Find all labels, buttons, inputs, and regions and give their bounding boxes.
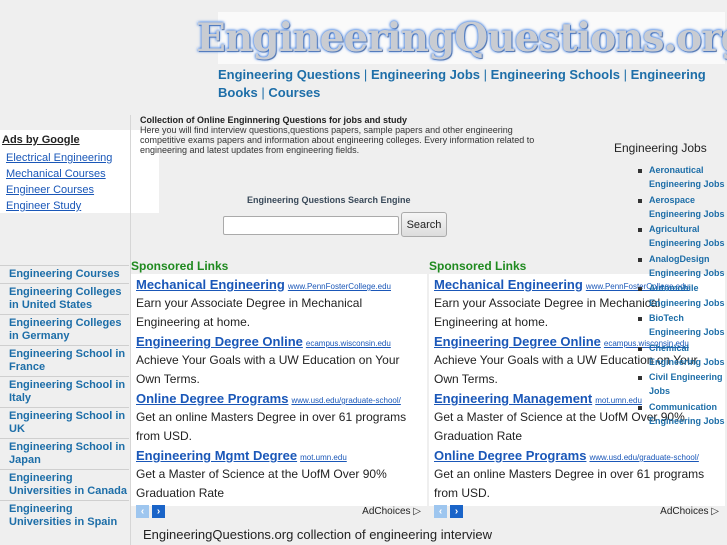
left-nav: Engineering Courses Engineering Colleges… [0, 265, 129, 531]
left-nav-item[interactable]: Engineering School in Japan [0, 438, 129, 469]
search-input[interactable] [223, 216, 399, 235]
chevron-right-icon[interactable]: › [450, 505, 463, 518]
ad-description: Earn your Associate Degree in Mechanical… [136, 296, 363, 329]
nav-separator: | [261, 85, 265, 100]
job-link[interactable]: Agricultural Engineering Jobs [649, 222, 727, 251]
nav-separator: | [623, 67, 627, 82]
left-nav-item[interactable]: Engineering School in Italy [0, 376, 129, 407]
nav-separator: | [483, 67, 488, 82]
intro-section: Collection of Online Enginnering Questio… [140, 115, 540, 155]
google-ad-link[interactable]: Mechanical Courses [6, 168, 106, 180]
nav-engineering-jobs[interactable]: Engineering Jobs [371, 67, 480, 82]
ad-url-link[interactable]: mot.umn.edu [300, 453, 347, 462]
ad-description: Get a Master of Science at the UofM Over… [136, 467, 387, 500]
jobs-list-item: Automobile Engineering Jobs [636, 281, 727, 310]
job-link[interactable]: Chemical Engineering Jobs [649, 341, 727, 370]
ad-item: Mechanical Engineering www.PennFosterColl… [136, 276, 427, 332]
search-title: Engineering Questions Search Engine [247, 195, 411, 205]
search-button[interactable]: Search [401, 212, 447, 237]
ad-title-link[interactable]: Mechanical Engineering [434, 277, 583, 292]
bottom-heading: EngineeringQuestions.org collection of e… [143, 527, 493, 542]
left-nav-item[interactable]: Engineering Colleges in Germany [0, 314, 129, 345]
ad-title-link[interactable]: Engineering Degree Online [136, 334, 303, 349]
jobs-list-item: Aerospace Engineering Jobs [636, 193, 727, 222]
ad-title-link[interactable]: Engineering Mgmt Degree [136, 448, 297, 463]
jobs-list-item: Communication Engineering Jobs [636, 400, 727, 429]
left-nav-item[interactable]: Engineering School in France [0, 345, 129, 376]
ad-description: Get an online Masters Degree in over 61 … [434, 467, 705, 500]
ads-by-google-title[interactable]: Ads by Google [2, 134, 80, 146]
ad-url-link[interactable]: www.usd.edu/graduate-school/ [589, 453, 698, 462]
ad-description: Get an online Masters Degree in over 61 … [136, 410, 407, 443]
ad-title-link[interactable]: Online Degree Programs [136, 391, 288, 406]
jobs-list-item: Aeronautical Engineering Jobs [636, 163, 727, 192]
intro-heading: Collection of Online Enginnering Questio… [140, 115, 408, 125]
job-link[interactable]: AnalogDesign Engineering Jobs [649, 252, 727, 281]
ad-url-link[interactable]: www.PennFosterCollege.edu [288, 282, 391, 291]
ads-by-google: Ads by Google Electrical Engineering Mec… [0, 130, 159, 213]
ad-url-link[interactable]: www.usd.edu/graduate-school/ [291, 396, 400, 405]
chevron-left-icon[interactable]: ‹ [434, 505, 447, 518]
left-nav-item[interactable]: Engineering Colleges in United States [0, 283, 129, 314]
nav-courses[interactable]: Courses [268, 85, 320, 100]
ad-url-link[interactable]: mot.umn.edu [595, 396, 642, 405]
ad-nav: ‹ › AdChoices ▷ [136, 505, 427, 521]
nav-engineering-questions[interactable]: Engineering Questions [218, 67, 360, 82]
jobs-list-item: Chemical Engineering Jobs [636, 341, 727, 370]
sponsored-links-heading: Sponsored Links [131, 259, 229, 273]
top-nav: Engineering Questions | Engineering Jobs… [218, 66, 723, 102]
left-nav-item[interactable]: Engineering Courses [0, 265, 129, 283]
job-link[interactable]: Civil Engineering Jobs [649, 370, 727, 399]
ad-nav: ‹ › AdChoices ▷ [434, 505, 725, 521]
ad-url-link[interactable]: ecampus.wisconsin.edu [306, 339, 391, 348]
jobs-list: Aeronautical Engineering Jobs Aerospace … [636, 163, 727, 429]
ad-title-link[interactable]: Mechanical Engineering [136, 277, 285, 292]
adchoices-link[interactable]: AdChoices ▷ [660, 506, 719, 517]
ad-title-link[interactable]: Engineering Degree Online [434, 334, 601, 349]
ad-description: Achieve Your Goals with a UW Education o… [136, 353, 400, 386]
nav-separator: | [363, 67, 368, 82]
job-link[interactable]: Aerospace Engineering Jobs [649, 193, 727, 222]
job-link[interactable]: Aeronautical Engineering Jobs [649, 163, 727, 192]
adchoices-link[interactable]: AdChoices ▷ [362, 506, 421, 517]
ad-item: Engineering Mgmt Degree mot.umn.edu Get a… [136, 447, 427, 503]
ad-title-link[interactable]: Online Degree Programs [434, 448, 586, 463]
ad-item: Online Degree Programs www.usd.edu/gradua… [434, 447, 725, 503]
nav-engineering-schools[interactable]: Engineering Schools [491, 67, 620, 82]
google-ad-link[interactable]: Engineer Study [6, 200, 81, 212]
jobs-list-item: BioTech Engineering Jobs [636, 311, 727, 340]
site-logo[interactable]: EngineeringQuestions.org [196, 12, 727, 64]
google-ad-link[interactable]: Electrical Engineering [6, 152, 112, 164]
job-link[interactable]: BioTech Engineering Jobs [649, 311, 727, 340]
left-nav-item[interactable]: Engineering Universities in Spain [0, 500, 129, 531]
jobs-title: Engineering Jobs [614, 141, 707, 155]
logo-text: EngineeringQuestions.org [196, 15, 727, 61]
ad-item: Online Degree Programs www.usd.edu/gradua… [136, 390, 427, 446]
ad-item: Engineering Degree Online ecampus.wiscons… [136, 333, 427, 389]
chevron-left-icon[interactable]: ‹ [136, 505, 149, 518]
sponsored-links-block: Sponsored Links Mechanical Engineering ww… [131, 258, 427, 518]
jobs-list-item: Civil Engineering Jobs [636, 370, 727, 399]
jobs-list-item: Agricultural Engineering Jobs [636, 222, 727, 251]
chevron-right-icon[interactable]: › [152, 505, 165, 518]
job-link[interactable]: Communication Engineering Jobs [649, 400, 727, 429]
ad-title-link[interactable]: Engineering Management [434, 391, 592, 406]
job-link[interactable]: Automobile Engineering Jobs [649, 281, 727, 310]
google-ad-link[interactable]: Engineer Courses [6, 184, 94, 196]
left-nav-item[interactable]: Engineering School in UK [0, 407, 129, 438]
left-nav-item[interactable]: Engineering Universities in Canada [0, 469, 129, 500]
jobs-list-item: AnalogDesign Engineering Jobs [636, 252, 727, 281]
intro-text: Here you will find interview questions,q… [140, 125, 535, 155]
